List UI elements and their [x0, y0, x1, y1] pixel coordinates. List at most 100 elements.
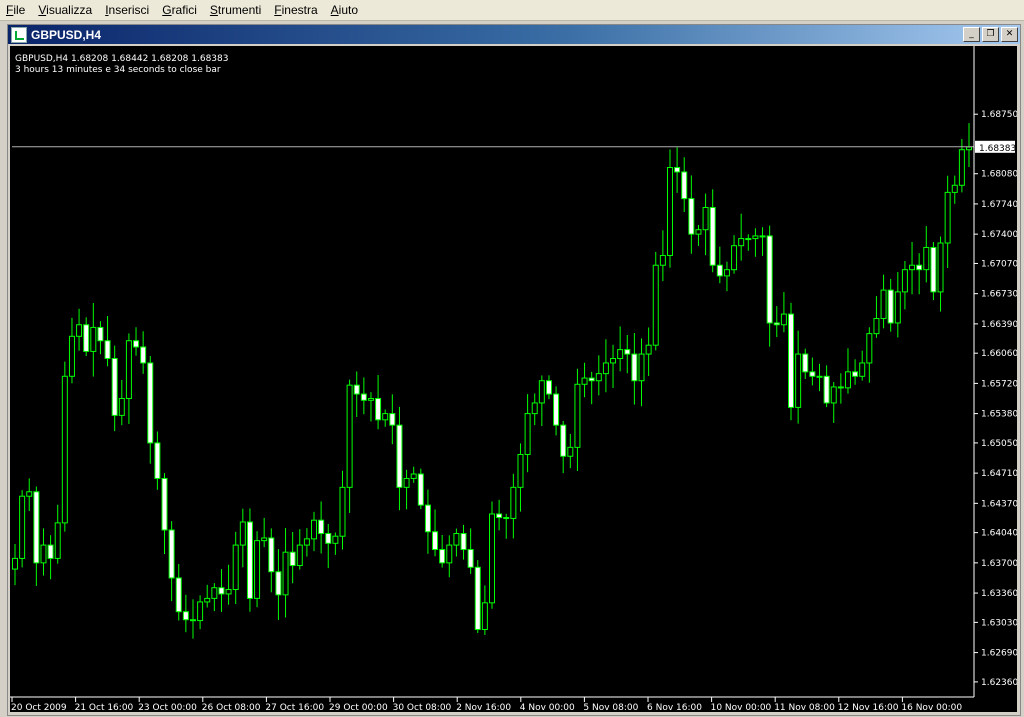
candle-body [844, 371, 851, 389]
candle-body [738, 238, 745, 247]
candle-body [439, 549, 446, 564]
window-title-bar[interactable]: GBPUSD,H4 _ ❐ ✕ [8, 25, 1020, 44]
menu-finestra[interactable]: Finestra [268, 0, 324, 20]
candle-body [353, 384, 360, 395]
candle-body [318, 519, 325, 535]
candle-body [282, 551, 289, 596]
time-tick-label: 23 Oct 00:00 [138, 703, 197, 712]
candlestick-chart[interactable]: 1.68750 1.68080 1.67740 1.67400 1.67070 1.667… [10, 46, 1018, 713]
candle-body [517, 453, 524, 488]
candle-body [496, 513, 503, 519]
candle-body [951, 184, 958, 193]
candle-body [780, 313, 787, 326]
candle-body [417, 473, 424, 506]
time-tick-label: 30 Oct 08:00 [393, 703, 452, 712]
candle-body [104, 340, 111, 360]
candle-body [168, 529, 175, 579]
price-tick-label: 1.65380 [981, 410, 1017, 420]
candle-body [916, 264, 923, 271]
close-button[interactable]: ✕ [1001, 27, 1018, 42]
candle-body [375, 397, 382, 421]
candle-body [638, 353, 645, 382]
time-tick-label: 29 Oct 00:00 [329, 703, 388, 712]
candle-body [759, 235, 766, 238]
candle-body [966, 146, 972, 151]
candle-body [887, 289, 894, 324]
menu-visualizza[interactable]: Visualizza [32, 0, 99, 20]
menu-file[interactable]: File [0, 0, 32, 20]
time-tick-label: 21 Oct 16:00 [75, 703, 134, 712]
candle-body [97, 326, 104, 342]
candle-body [545, 380, 552, 395]
time-tick-label: 2 Nov 16:00 [456, 703, 511, 712]
candle-body [111, 358, 118, 416]
window-controls: _ ❐ ✕ [963, 27, 1018, 42]
candle-body [90, 326, 97, 352]
candle-body [816, 375, 823, 378]
candle-body [617, 349, 624, 360]
candle-body [232, 544, 239, 591]
candle-body [602, 362, 609, 375]
candle-body [61, 375, 68, 524]
window-title: GBPUSD,H4 [31, 27, 102, 42]
candle-body [873, 318, 880, 335]
chart-area[interactable]: 1.68750 1.68080 1.67740 1.67400 1.67070 1.667… [10, 46, 1018, 713]
candle-body [958, 149, 965, 186]
candle-body [246, 521, 253, 599]
candle-body [54, 522, 61, 559]
candle-body [296, 544, 303, 567]
candle-body [339, 486, 346, 537]
time-tick-label: 11 Nov 08:00 [774, 703, 835, 712]
candle-body [645, 344, 652, 355]
candle-body [695, 229, 702, 235]
chart-window: GBPUSD,H4 _ ❐ ✕ 1.68750 1.68080 1.67740 1.6… [7, 24, 1021, 716]
candle-body [453, 533, 460, 546]
candle-body [688, 198, 695, 235]
candle-body [560, 424, 567, 457]
candle-body [189, 619, 196, 622]
chart-info-line: GBPUSD,H4 1.68208 1.68442 1.68208 1.6838… [15, 54, 228, 64]
candle-body [723, 269, 730, 277]
menu-grafici[interactable]: Grafici [156, 0, 204, 20]
time-tick-label: 4 Nov 00:00 [520, 703, 575, 712]
candle-body [631, 353, 638, 382]
candle-body [254, 540, 261, 599]
candle-body [197, 601, 204, 622]
candle-body [474, 566, 481, 630]
candle-body [40, 544, 47, 564]
time-tick-label: 6 Nov 16:00 [647, 703, 702, 712]
candle-body [389, 413, 396, 426]
candle-body [133, 340, 140, 348]
candle-body [154, 442, 161, 479]
chart-window-icon [11, 26, 27, 43]
candle-body [325, 533, 332, 544]
candle-body [866, 333, 873, 364]
menu-inserisci[interactable]: Inserisci [99, 0, 156, 20]
candle-body [261, 537, 268, 542]
candle-body [894, 291, 901, 324]
candle-body [624, 349, 631, 355]
candle-body [268, 537, 275, 573]
candle-body [531, 402, 538, 415]
price-tick-label: 1.64040 [981, 529, 1017, 539]
candle-body [68, 335, 75, 377]
candle-body [332, 535, 339, 544]
candle-body [923, 246, 930, 271]
menu-strumenti[interactable]: Strumenti [204, 0, 268, 20]
menu-aiuto[interactable]: Aiuto [325, 0, 365, 20]
price-tick-label: 1.66730 [981, 290, 1017, 300]
candle-body [901, 269, 908, 293]
candle-body [83, 324, 90, 352]
time-tick-label: 12 Nov 16:00 [838, 703, 899, 712]
minimize-button[interactable]: _ [963, 27, 980, 42]
candle-body [140, 346, 147, 364]
candle-body [367, 397, 374, 401]
candle-body [659, 254, 666, 266]
restore-button[interactable]: ❐ [982, 27, 999, 42]
candle-body [823, 375, 830, 404]
candle-body [289, 551, 296, 567]
price-tick-label: 1.65050 [981, 439, 1017, 449]
candle-body [424, 504, 431, 533]
candle-body [382, 413, 389, 421]
price-tick-label: 1.62690 [981, 649, 1017, 659]
